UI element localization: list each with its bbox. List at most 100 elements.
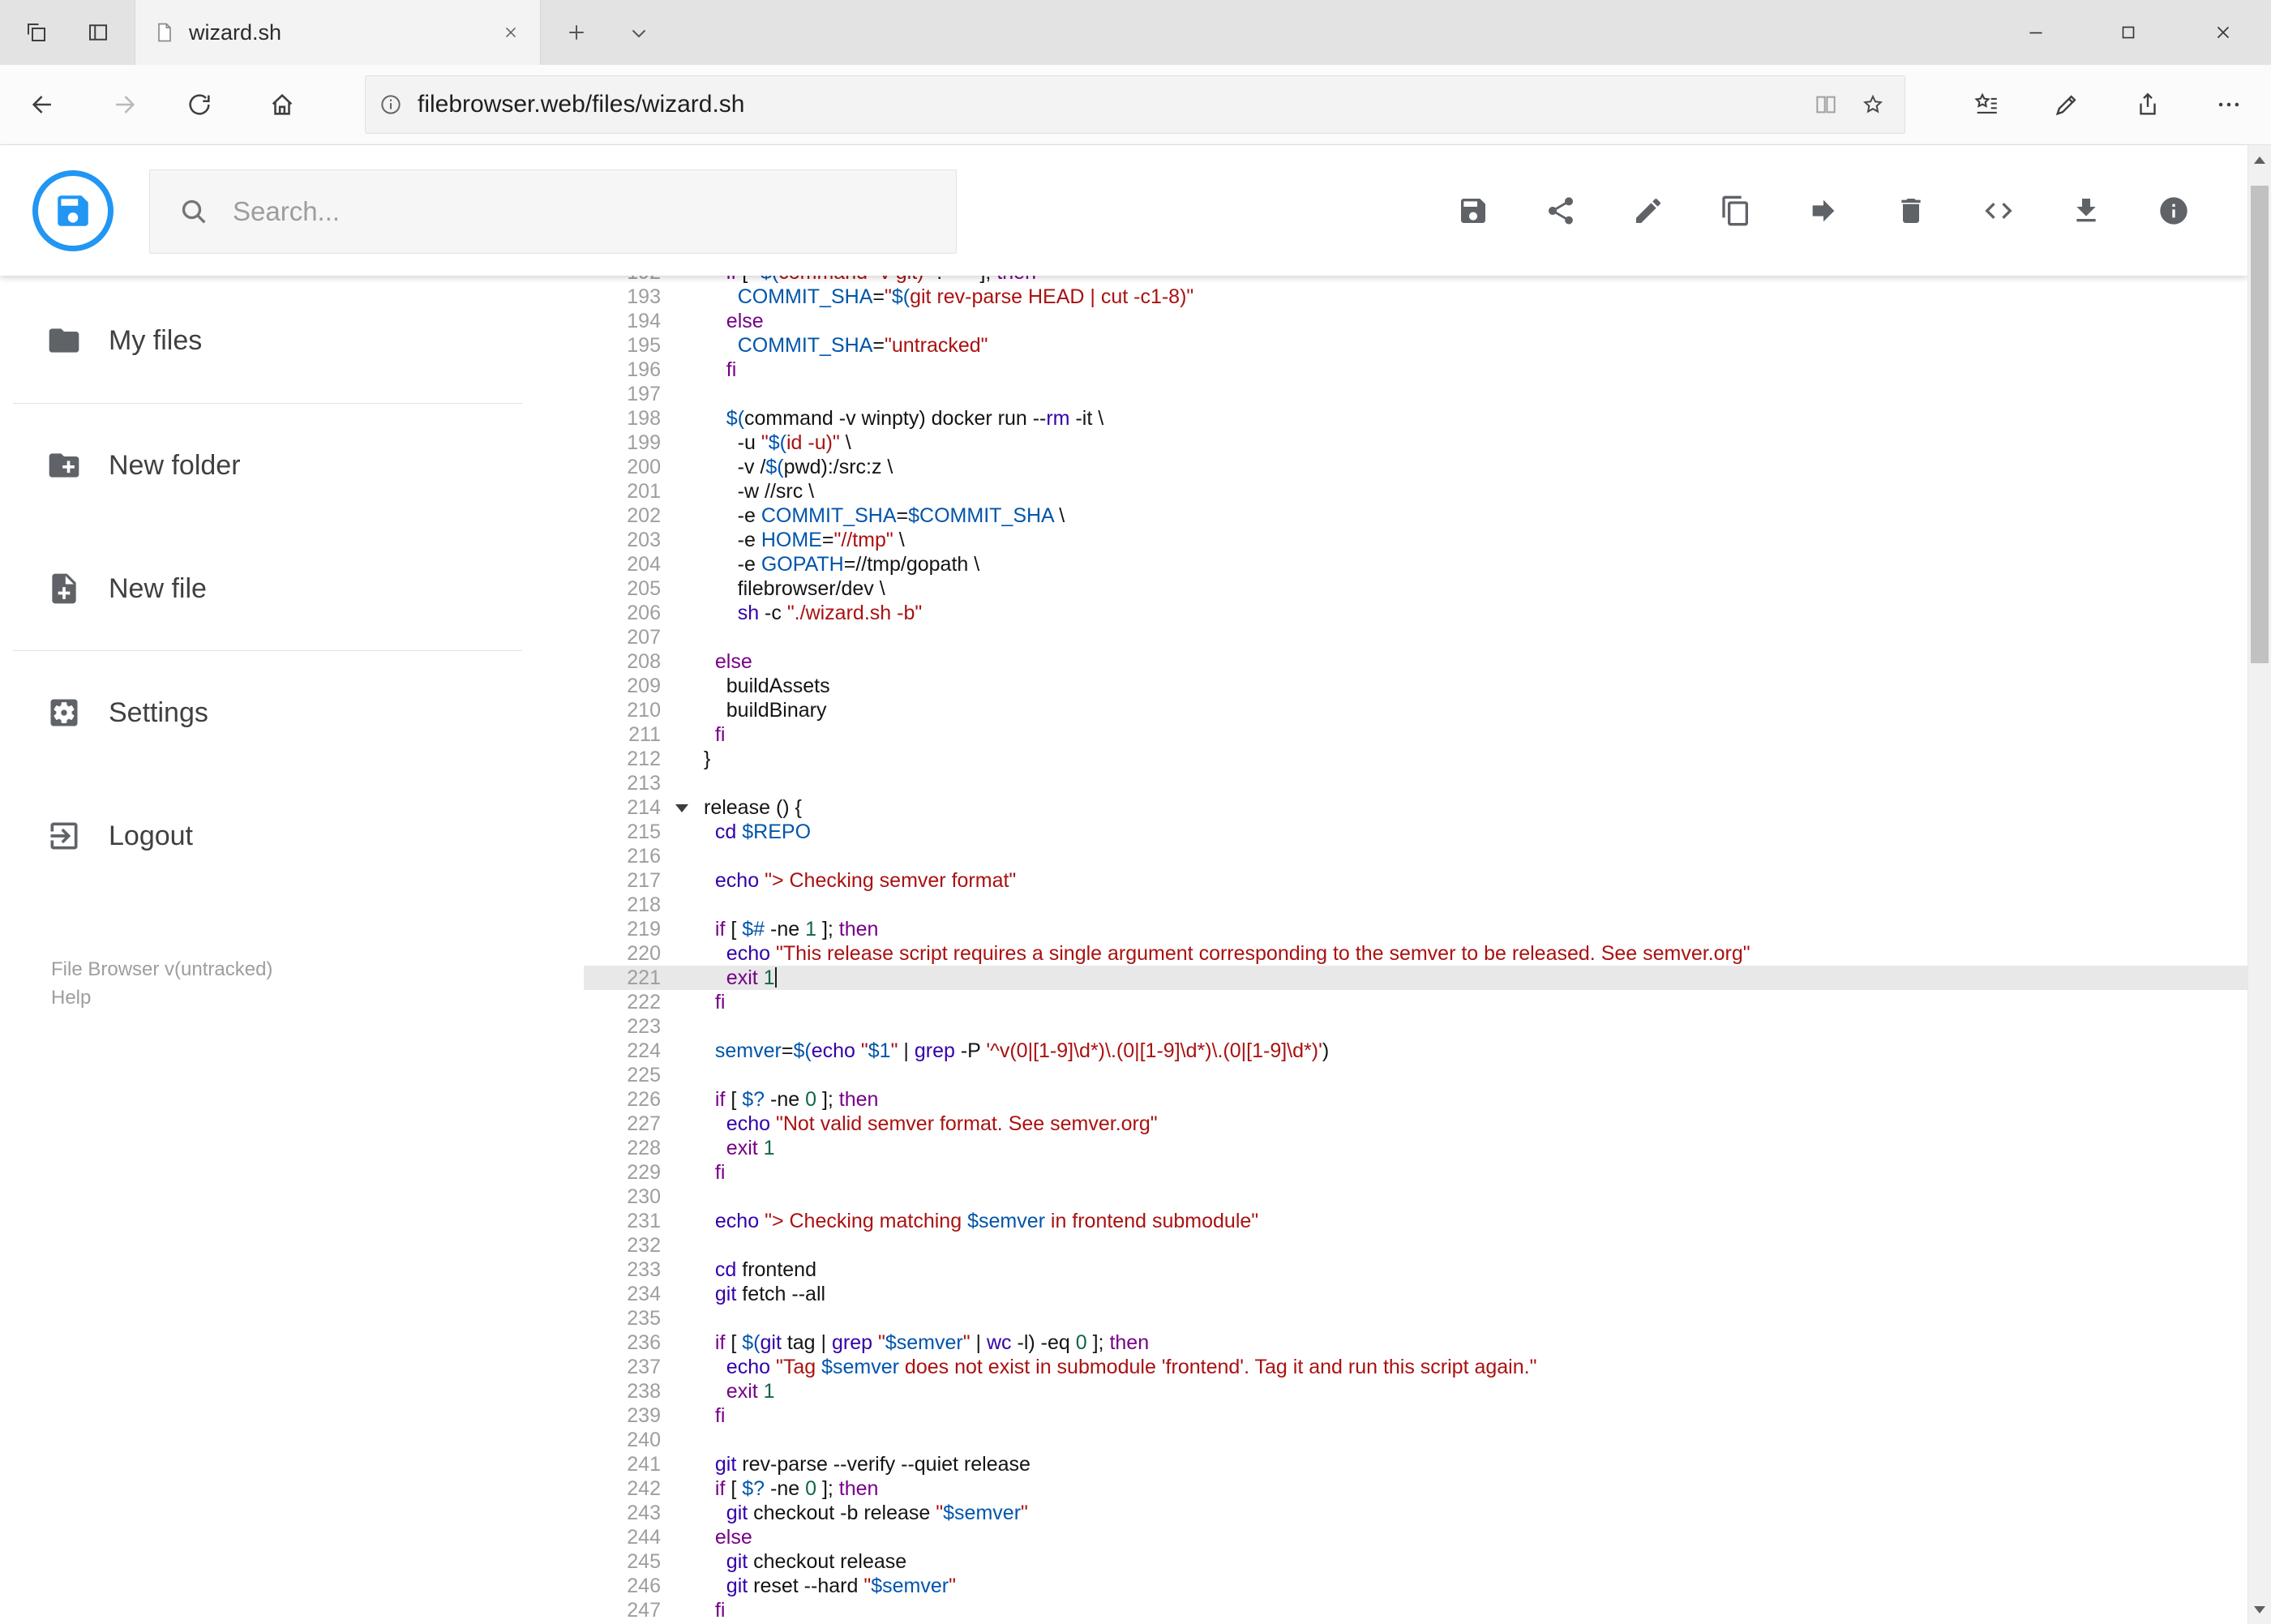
code-line-205[interactable]: 205 filebrowser/dev \ bbox=[584, 576, 2247, 601]
code-line-221[interactable]: 221 exit 1 bbox=[584, 966, 2247, 990]
code-line-227[interactable]: 227 echo "Not valid semver format. See s… bbox=[584, 1112, 2247, 1136]
code-line-237[interactable]: 237 echo "Tag $semver does not exist in … bbox=[584, 1355, 2247, 1379]
code-line-193[interactable]: 193 COMMIT_SHA="$(git rev-parse HEAD | c… bbox=[584, 285, 2247, 309]
code-line-202[interactable]: 202 -e COMMIT_SHA=$COMMIT_SHA \ bbox=[584, 503, 2247, 528]
code-line-213[interactable]: 213 bbox=[584, 771, 2247, 795]
filebrowser-logo[interactable] bbox=[32, 170, 114, 251]
reading-view-icon[interactable] bbox=[1802, 81, 1849, 128]
maximize-button[interactable] bbox=[2082, 0, 2175, 65]
back-icon[interactable] bbox=[10, 71, 76, 138]
save-button[interactable] bbox=[1457, 195, 1489, 227]
site-info-icon[interactable] bbox=[379, 92, 403, 117]
tab-preview-chevron-icon[interactable] bbox=[616, 0, 662, 65]
info-button[interactable] bbox=[2157, 195, 2190, 227]
code-line-224[interactable]: 224 semver=$(echo "$1" | grep -P '^v(0|[… bbox=[584, 1039, 2247, 1063]
sidebar-item-new-folder[interactable]: New folder bbox=[0, 429, 584, 502]
scroll-down-icon[interactable] bbox=[2248, 1595, 2271, 1624]
address-bar[interactable]: filebrowser.web/files/wizard.sh bbox=[365, 75, 1905, 134]
code-line-216[interactable]: 216 bbox=[584, 844, 2247, 868]
code-line-208[interactable]: 208 else bbox=[584, 649, 2247, 674]
code-line-217[interactable]: 217 echo "> Checking semver format" bbox=[584, 868, 2247, 893]
code-line-234[interactable]: 234 git fetch --all bbox=[584, 1282, 2247, 1306]
move-button[interactable] bbox=[1807, 195, 1840, 227]
raw-code-button[interactable] bbox=[1982, 195, 2015, 227]
code-editor[interactable]: 192 if [ "$(command -v git)" != "" ]; th… bbox=[584, 276, 2247, 1624]
code-line-195[interactable]: 195 COMMIT_SHA="untracked" bbox=[584, 333, 2247, 358]
code-line-239[interactable]: 239 fi bbox=[584, 1403, 2247, 1428]
code-line-219[interactable]: 219 if [ $# -ne 1 ]; then bbox=[584, 917, 2247, 941]
fold-arrow-icon[interactable] bbox=[675, 804, 688, 812]
code-line-235[interactable]: 235 bbox=[584, 1306, 2247, 1330]
home-icon[interactable] bbox=[249, 71, 315, 138]
code-line-207[interactable]: 207 bbox=[584, 625, 2247, 649]
code-line-241[interactable]: 241 git rev-parse --verify --quiet relea… bbox=[584, 1452, 2247, 1476]
code-line-210[interactable]: 210 buildBinary bbox=[584, 698, 2247, 722]
code-line-245[interactable]: 245 git checkout release bbox=[584, 1549, 2247, 1574]
page-scrollbar[interactable] bbox=[2247, 145, 2271, 1624]
code-line-236[interactable]: 236 if [ $(git tag | grep "$semver" | wc… bbox=[584, 1330, 2247, 1355]
tabs-preview-icon[interactable] bbox=[75, 0, 121, 65]
code-line-243[interactable]: 243 git checkout -b release "$semver" bbox=[584, 1501, 2247, 1525]
share-page-icon[interactable] bbox=[2115, 71, 2181, 138]
sidebar-item-new-file[interactable]: New file bbox=[0, 552, 584, 625]
share-button[interactable] bbox=[1545, 195, 1577, 227]
copy-button[interactable] bbox=[1720, 195, 1752, 227]
code-line-246[interactable]: 246 git reset --hard "$semver" bbox=[584, 1574, 2247, 1598]
refresh-icon[interactable] bbox=[166, 71, 233, 138]
annotate-pen-icon[interactable] bbox=[2033, 71, 2100, 138]
code-line-218[interactable]: 218 bbox=[584, 893, 2247, 917]
code-line-244[interactable]: 244 else bbox=[584, 1525, 2247, 1549]
sidebar-item-logout[interactable]: Logout bbox=[0, 799, 584, 872]
code-line-223[interactable]: 223 bbox=[584, 1014, 2247, 1039]
code-line-226[interactable]: 226 if [ $? -ne 0 ]; then bbox=[584, 1087, 2247, 1112]
code-line-214[interactable]: 214 release () { bbox=[584, 795, 2247, 820]
tabs-set-aside-icon[interactable] bbox=[14, 0, 59, 65]
tab-close-icon[interactable] bbox=[493, 15, 529, 50]
code-line-220[interactable]: 220 echo "This release script requires a… bbox=[584, 941, 2247, 966]
code-line-194[interactable]: 194 else bbox=[584, 309, 2247, 333]
code-line-199[interactable]: 199 -u "$(id -u)" \ bbox=[584, 431, 2247, 455]
delete-button[interactable] bbox=[1895, 195, 1927, 227]
code-line-197[interactable]: 197 bbox=[584, 382, 2247, 406]
code-line-222[interactable]: 222 fi bbox=[584, 990, 2247, 1014]
close-button[interactable] bbox=[2175, 0, 2271, 65]
new-tab-icon[interactable] bbox=[554, 0, 599, 65]
code-line-215[interactable]: 215 cd $REPO bbox=[584, 820, 2247, 844]
code-line-238[interactable]: 238 exit 1 bbox=[584, 1379, 2247, 1403]
code-line-225[interactable]: 225 bbox=[584, 1063, 2247, 1087]
favorite-star-icon[interactable] bbox=[1849, 81, 1896, 128]
code-line-209[interactable]: 209 buildAssets bbox=[584, 674, 2247, 698]
sidebar-item-settings[interactable]: Settings bbox=[0, 676, 584, 749]
hub-favorites-icon[interactable] bbox=[1953, 71, 2020, 138]
code-line-192[interactable]: 192 if [ "$(command -v git)" != "" ]; th… bbox=[584, 276, 2247, 285]
minimize-button[interactable] bbox=[1990, 0, 2082, 65]
code-line-230[interactable]: 230 bbox=[584, 1185, 2247, 1209]
more-options-icon[interactable] bbox=[2196, 71, 2262, 138]
code-line-247[interactable]: 247 fi bbox=[584, 1598, 2247, 1622]
code-line-232[interactable]: 232 bbox=[584, 1233, 2247, 1258]
code-line-206[interactable]: 206 sh -c "./wizard.sh -b" bbox=[584, 601, 2247, 625]
forward-icon[interactable] bbox=[91, 71, 157, 138]
sidebar-item-my-files[interactable]: My files bbox=[0, 304, 584, 377]
search-box[interactable] bbox=[149, 169, 957, 254]
download-button[interactable] bbox=[2070, 195, 2102, 227]
active-tab[interactable]: wizard.sh bbox=[135, 0, 541, 65]
code-line-211[interactable]: 211 fi bbox=[584, 722, 2247, 747]
code-line-198[interactable]: 198 $(command -v winpty) docker run --rm… bbox=[584, 406, 2247, 431]
code-line-212[interactable]: 212} bbox=[584, 747, 2247, 771]
code-line-240[interactable]: 240 bbox=[584, 1428, 2247, 1452]
scroll-up-icon[interactable] bbox=[2248, 145, 2271, 174]
code-line-233[interactable]: 233 cd frontend bbox=[584, 1258, 2247, 1282]
code-line-196[interactable]: 196 fi bbox=[584, 358, 2247, 382]
search-input[interactable] bbox=[233, 196, 940, 227]
code-line-229[interactable]: 229 fi bbox=[584, 1160, 2247, 1185]
code-line-204[interactable]: 204 -e GOPATH=//tmp/gopath \ bbox=[584, 552, 2247, 576]
code-line-200[interactable]: 200 -v /$(pwd):/src:z \ bbox=[584, 455, 2247, 479]
code-line-201[interactable]: 201 -w //src \ bbox=[584, 479, 2247, 503]
scrollbar-thumb[interactable] bbox=[2251, 186, 2269, 663]
code-line-203[interactable]: 203 -e HOME="//tmp" \ bbox=[584, 528, 2247, 552]
code-line-242[interactable]: 242 if [ $? -ne 0 ]; then bbox=[584, 1476, 2247, 1501]
code-line-228[interactable]: 228 exit 1 bbox=[584, 1136, 2247, 1160]
edit-button[interactable] bbox=[1632, 195, 1665, 227]
help-link[interactable]: Help bbox=[51, 987, 91, 1009]
